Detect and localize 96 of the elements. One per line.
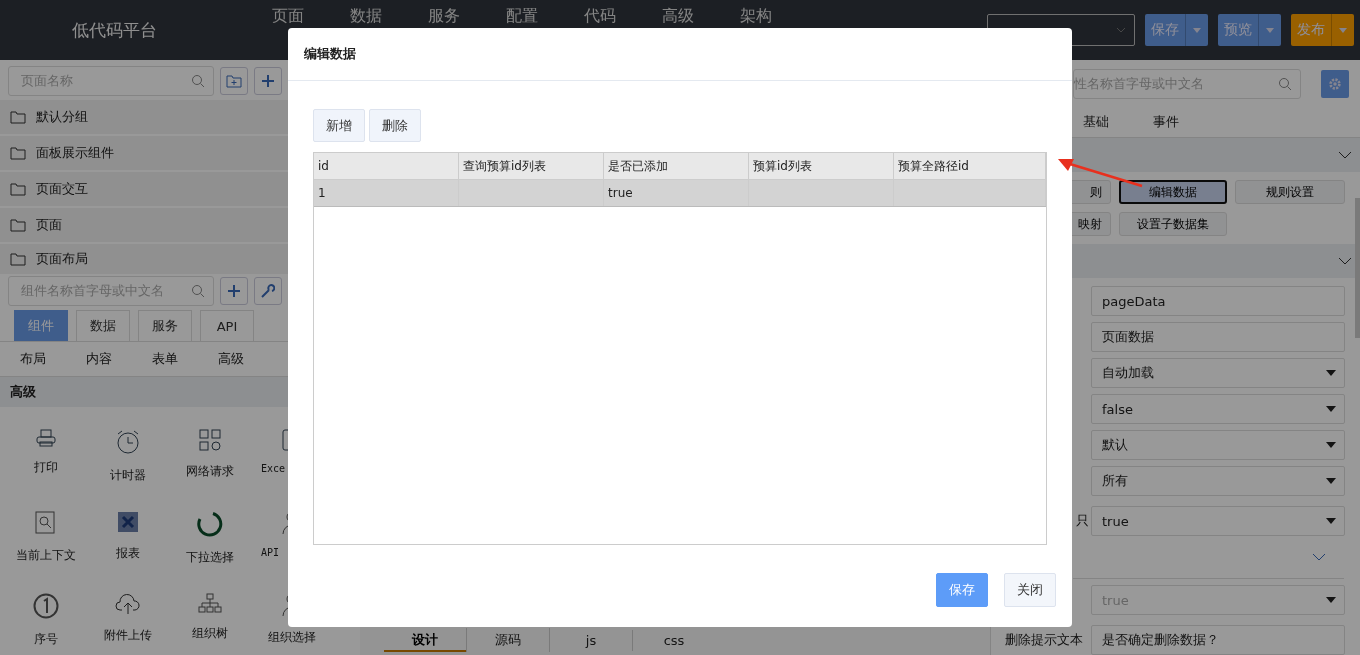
category-tab[interactable]: 表单 (132, 350, 198, 368)
settings-button[interactable] (1321, 70, 1349, 98)
input-field[interactable]: 页面数据 (1091, 322, 1345, 353)
caret-down-icon (1326, 370, 1336, 377)
column-header[interactable]: 查询预算id列表 (459, 153, 604, 179)
table-row[interactable]: 1 true (314, 180, 1046, 207)
chevron-down-icon (1338, 257, 1352, 266)
nav-menu-item[interactable]: 高级 (662, 6, 694, 27)
wrench-icon (261, 284, 275, 298)
add-button[interactable] (220, 277, 248, 305)
org-tree-icon (198, 593, 222, 613)
chevron-down-icon (1338, 151, 1352, 160)
spreadsheet-icon (117, 511, 139, 533)
action-button[interactable]: 规则设置 (1235, 180, 1345, 205)
property-tab[interactable]: 基础 (1083, 112, 1109, 131)
search-icon (1278, 77, 1292, 91)
table-cell: 1 (314, 180, 459, 206)
close-button[interactable]: 关闭 (1004, 573, 1056, 607)
caret-down-icon (1326, 518, 1336, 525)
action-button[interactable]: 编辑数据 (1119, 180, 1227, 205)
component-item[interactable]: 附件上传 (87, 593, 169, 655)
chevron-down-icon (1116, 27, 1126, 33)
caret-down-icon (1326, 442, 1336, 449)
select-field[interactable]: 自动加载 (1091, 358, 1345, 389)
column-header[interactable]: 预算id列表 (749, 153, 894, 179)
editor-tab[interactable]: js (550, 629, 633, 651)
search-icon (191, 284, 205, 298)
settings-icon (1328, 77, 1342, 91)
editor-tab[interactable]: css (633, 629, 715, 651)
nav-menu-item[interactable]: 数据 (350, 6, 382, 27)
folder-icon (10, 182, 26, 196)
nav-menu-item[interactable]: 代码 (584, 6, 616, 27)
dialog-title: 编辑数据 (304, 45, 356, 63)
caret-down-icon (1326, 478, 1336, 485)
caret-down-icon (1326, 597, 1336, 603)
search-icon (191, 74, 205, 88)
editor-tab[interactable]: 设计 (384, 628, 467, 652)
editor-tab[interactable]: 源码 (467, 628, 550, 652)
component-item[interactable]: 当前上下文 (5, 511, 87, 583)
select-field[interactable]: 所有 (1091, 466, 1345, 497)
component-tab[interactable]: 服务 (138, 310, 192, 341)
folder-plus-icon (226, 74, 242, 88)
component-item[interactable]: 报表 (87, 511, 169, 583)
input-field[interactable]: 是否确定删除数据？ (1091, 625, 1345, 655)
component-item[interactable]: 打印 (5, 429, 87, 501)
property-tab[interactable]: 事件 (1153, 112, 1179, 131)
app-title: 低代码平台 (71, 18, 158, 42)
component-tab[interactable]: API (200, 310, 254, 341)
caret-down-icon (1339, 27, 1347, 33)
caret-down-icon (1193, 27, 1201, 33)
chevron-down-icon[interactable] (1312, 553, 1326, 561)
document-search-icon (35, 511, 57, 535)
printer-icon (36, 429, 56, 447)
column-header[interactable]: 预算全路径id (894, 153, 1046, 179)
caret-down-icon (1326, 406, 1336, 413)
component-item[interactable]: 序号 (5, 593, 87, 655)
action-button[interactable]: 设置子数据集 (1119, 212, 1227, 237)
component-tab[interactable]: 数据 (76, 310, 130, 341)
toolbar-button[interactable]: 新增 (313, 109, 365, 142)
folder-icon (10, 218, 26, 232)
add-folder-button[interactable] (220, 67, 248, 95)
select-field[interactable]: true (1091, 506, 1345, 537)
table-cell: true (604, 180, 749, 206)
folder-icon (10, 110, 26, 124)
component-item[interactable]: 下拉选择 (169, 511, 251, 583)
apps-grid-icon (199, 429, 221, 451)
add-button[interactable] (254, 67, 282, 95)
cloud-upload-icon (115, 593, 141, 615)
nav-menu-item[interactable]: 配置 (506, 6, 538, 27)
component-item[interactable]: 计时器 (87, 429, 169, 501)
category-tab[interactable]: 高级 (198, 350, 264, 368)
category-tab[interactable]: 布局 (0, 350, 66, 368)
alarm-clock-icon (115, 429, 141, 455)
component-item[interactable]: 组织树 (169, 593, 251, 655)
column-header[interactable]: 是否已添加 (604, 153, 749, 179)
caret-down-icon (1266, 27, 1274, 33)
plus-icon (262, 75, 274, 87)
scrollbar[interactable] (1355, 198, 1360, 338)
spinner-icon (197, 511, 223, 537)
field-label: 只 (1075, 512, 1090, 531)
nav-menu-item[interactable]: 服务 (428, 6, 460, 27)
select-field[interactable]: false (1091, 394, 1345, 425)
circled-one-icon (33, 593, 59, 619)
folder-icon (10, 252, 26, 266)
plus-icon (228, 285, 240, 297)
select-field[interactable]: 默认 (1091, 430, 1345, 461)
category-tab[interactable]: 内容 (66, 350, 132, 368)
field-label: 删除提示文本 (1004, 631, 1084, 649)
folder-icon (10, 146, 26, 160)
tools-button[interactable] (254, 277, 282, 305)
toolbar-button[interactable]: 删除 (369, 109, 421, 142)
input-field[interactable]: pageData (1091, 286, 1345, 317)
component-item[interactable]: 网络请求 (169, 429, 251, 501)
nav-menu-item[interactable]: 页面 (272, 6, 304, 27)
column-header[interactable]: id (314, 153, 459, 179)
nav-menu-item[interactable]: 架构 (740, 6, 772, 27)
